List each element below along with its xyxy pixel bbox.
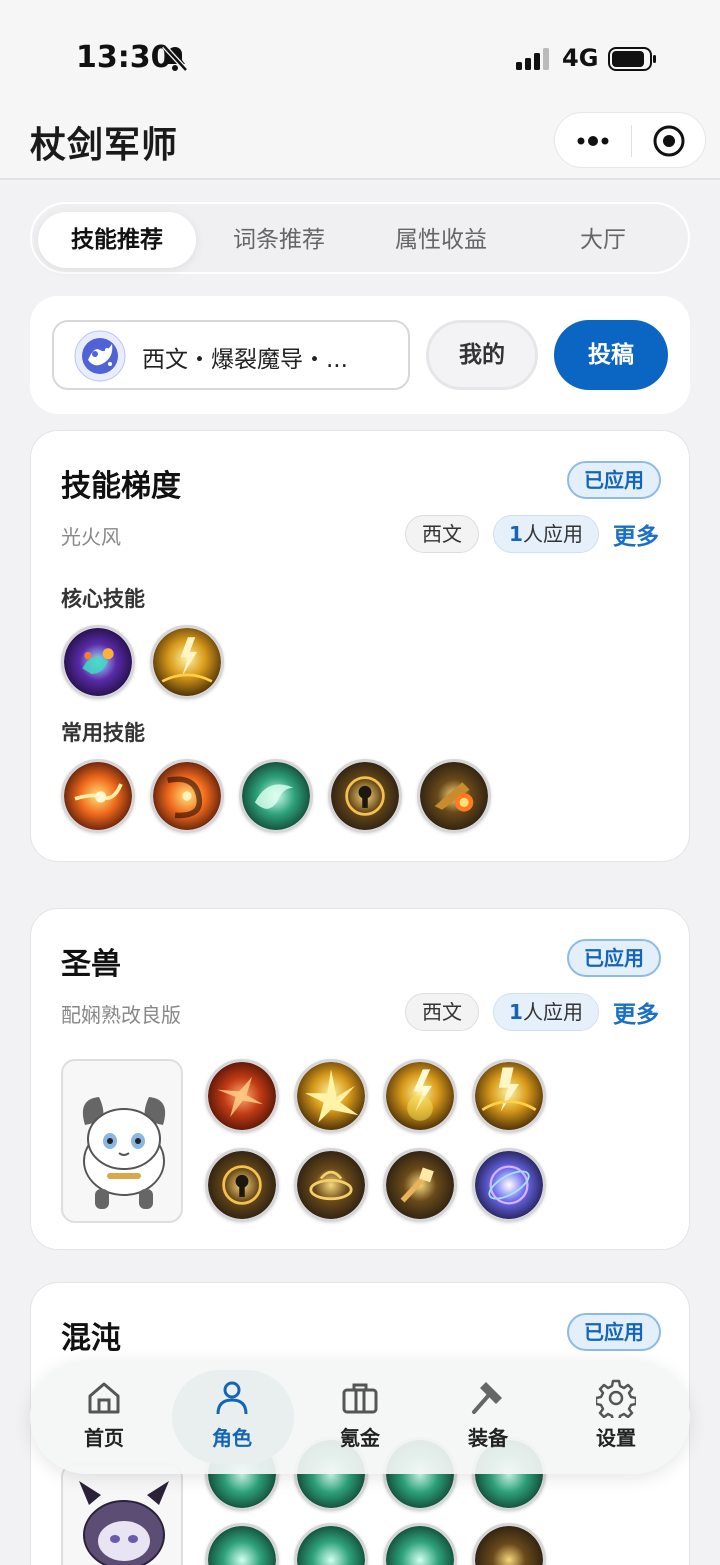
signal-icon	[516, 48, 549, 70]
bottom-nav: 首页 角色 氪金 装备 设置	[30, 1360, 690, 1474]
character-selector-card: 西文・爆裂魔导・... 我的 投稿	[30, 296, 690, 414]
page-title: 杖剑军师	[30, 125, 179, 166]
core-skills-label: 核心技能	[61, 587, 145, 611]
author-tag: 西文	[405, 993, 479, 1031]
skill-icon[interactable]	[328, 759, 402, 833]
capsule-divider	[631, 125, 632, 157]
nav-home[interactable]: 首页	[54, 1378, 154, 1458]
mini-program-capsule	[554, 112, 706, 168]
skill-icon[interactable]	[294, 1523, 368, 1565]
tab-bar: 技能推荐 词条推荐 属性收益 大厅	[30, 202, 690, 274]
skill-icon[interactable]	[294, 1059, 368, 1133]
skill-icon[interactable]	[205, 1148, 279, 1222]
tab-skill-recommend[interactable]: 技能推荐	[38, 212, 196, 268]
card-title: 技能梯度	[61, 469, 181, 504]
author-tag: 西文	[405, 515, 479, 553]
user-count-tag: 1人应用	[493, 993, 599, 1031]
skill-icon[interactable]	[150, 759, 224, 833]
skill-icon[interactable]	[61, 759, 135, 833]
mine-button[interactable]: 我的	[426, 320, 538, 390]
user-count: 1	[509, 522, 523, 546]
user-count-suffix: 人应用	[522, 522, 583, 546]
nav-equipment[interactable]: 装备	[438, 1378, 538, 1458]
card-title: 圣兽	[61, 947, 121, 982]
skill-icon[interactable]	[294, 1148, 368, 1222]
character-select[interactable]: 西文・爆裂魔导・...	[52, 320, 410, 390]
briefcase-icon	[342, 1383, 378, 1414]
battery-icon	[608, 47, 656, 71]
more-link[interactable]: 更多	[613, 517, 659, 551]
holy-beast-portrait	[61, 1059, 183, 1223]
skill-icon[interactable]	[383, 1523, 457, 1565]
user-count: 1	[509, 1000, 523, 1024]
skill-icon[interactable]	[383, 1148, 457, 1222]
nav-label: 设置	[596, 1426, 636, 1450]
card-title: 混沌	[61, 1321, 121, 1356]
status-time: 13:30	[76, 40, 172, 75]
card-subtitle: 配娴熟改良版	[61, 1003, 181, 1027]
skill-icon[interactable]	[383, 1059, 457, 1133]
holy-beast-card[interactable]: 圣兽 已应用 配娴熟改良版 西文 1人应用 更多	[30, 908, 690, 1250]
skill-tier-card[interactable]: 技能梯度 已应用 光火风 西文 1人应用 更多 核心技能 常用技能	[30, 430, 690, 862]
title-bar: 杖剑军师	[0, 100, 720, 180]
skill-icon[interactable]	[205, 1059, 279, 1133]
user-count-suffix: 人应用	[522, 1000, 583, 1024]
more-link[interactable]: 更多	[613, 995, 659, 1029]
hammer-icon	[472, 1382, 502, 1414]
skill-icon[interactable]	[472, 1059, 546, 1133]
tab-attribute-gains[interactable]: 属性收益	[362, 212, 520, 268]
skill-icon[interactable]	[205, 1523, 279, 1565]
nav-recharge[interactable]: 氪金	[310, 1378, 410, 1458]
nav-settings[interactable]: 设置	[566, 1378, 666, 1458]
more-dots-icon[interactable]	[573, 127, 613, 155]
character-select-value: 西文・爆裂魔导・...	[142, 347, 348, 373]
applied-badge: 已应用	[567, 939, 661, 977]
user-count-tag: 1人应用	[493, 515, 599, 553]
skill-icon[interactable]	[239, 759, 313, 833]
gear-icon	[596, 1379, 636, 1418]
nav-character[interactable]: 角色	[182, 1378, 282, 1458]
network-type: 4G	[562, 44, 599, 72]
skill-icon[interactable]	[472, 1523, 546, 1565]
card-subtitle: 光火风	[61, 525, 121, 549]
tab-affix-recommend[interactable]: 词条推荐	[200, 212, 358, 268]
nav-label: 氪金	[340, 1426, 380, 1450]
close-target-icon[interactable]	[651, 123, 687, 159]
skill-icon[interactable]	[61, 625, 135, 699]
user-icon	[216, 1381, 248, 1415]
chaos-portrait	[61, 1463, 183, 1565]
tab-lobby[interactable]: 大厅	[524, 212, 682, 268]
nav-label: 角色	[212, 1426, 252, 1450]
applied-badge: 已应用	[567, 461, 661, 499]
bell-muted-icon	[162, 44, 188, 72]
nav-label: 首页	[84, 1426, 124, 1450]
skill-icon[interactable]	[150, 625, 224, 699]
skill-icon[interactable]	[472, 1148, 546, 1222]
status-bar: 13:30 4G	[0, 0, 720, 100]
home-icon	[88, 1382, 120, 1414]
nav-label: 装备	[468, 1426, 508, 1450]
skill-icon[interactable]	[417, 759, 491, 833]
post-button[interactable]: 投稿	[554, 320, 668, 390]
applied-badge: 已应用	[567, 1313, 661, 1351]
character-avatar	[74, 330, 126, 382]
common-skills-label: 常用技能	[61, 721, 145, 745]
